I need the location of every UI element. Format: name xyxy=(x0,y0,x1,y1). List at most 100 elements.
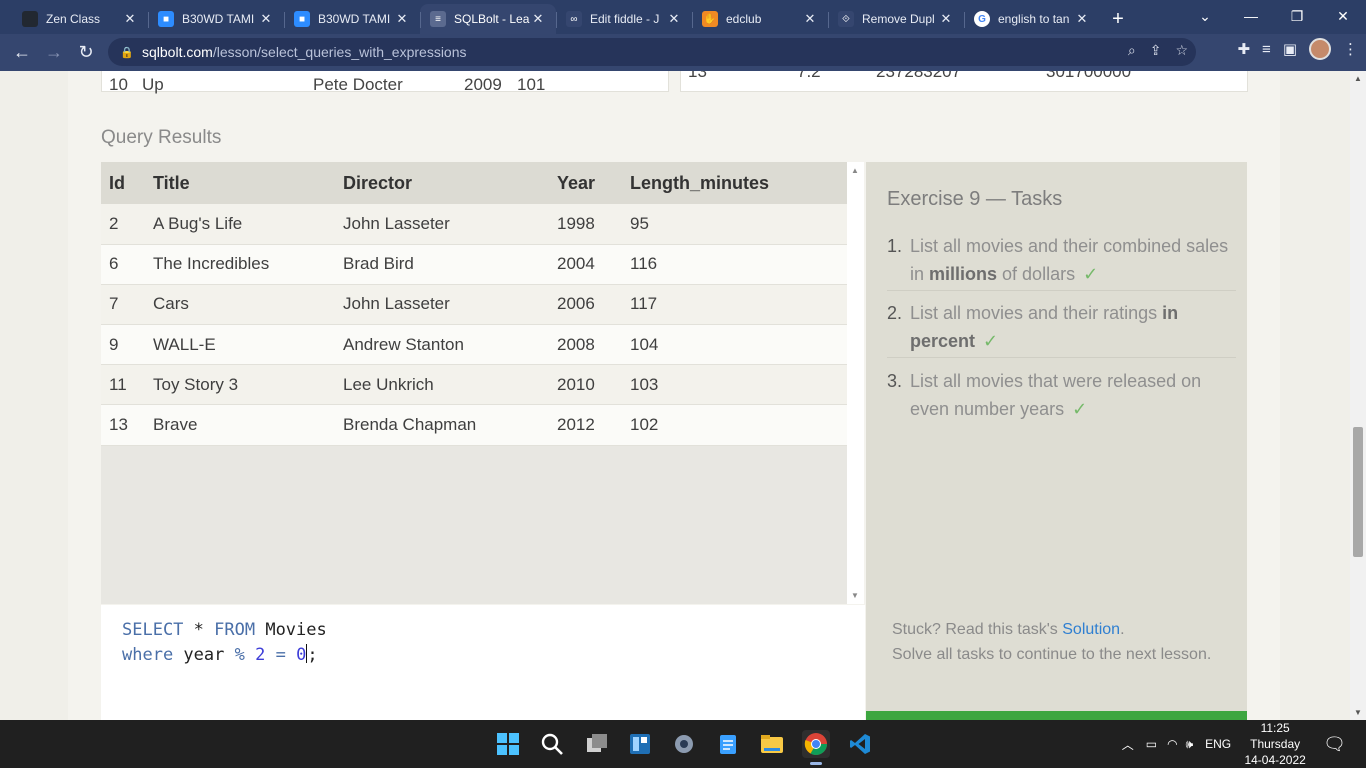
prev-cell: Pete Docter xyxy=(313,75,403,94)
exercise-title: Exercise 9 — Tasks xyxy=(887,188,1063,210)
task-view-icon[interactable] xyxy=(583,730,611,758)
wifi-icon[interactable]: ◠ xyxy=(1167,737,1177,751)
tab-favicon-icon xyxy=(22,11,38,27)
chrome-icon[interactable] xyxy=(802,730,830,765)
tab-title: B30WD TAMI xyxy=(318,12,391,26)
table-cell: 2 xyxy=(101,204,145,245)
close-window-button[interactable]: ✕ xyxy=(1320,0,1366,32)
address-bar[interactable]: 🔒 sqlbolt.com/lesson/select_queries_with… xyxy=(108,38,1196,66)
language-indicator[interactable]: ENG xyxy=(1205,737,1231,751)
scroll-down-icon[interactable]: ▼ xyxy=(851,591,859,600)
sql-operator: % xyxy=(234,644,245,665)
tab-title: edclub xyxy=(726,12,762,26)
search-icon[interactable] xyxy=(538,730,566,758)
windows-start-icon[interactable] xyxy=(494,730,522,758)
page-scrollbar[interactable]: ▲ ▼ xyxy=(1350,71,1366,720)
scroll-down-icon[interactable]: ▼ xyxy=(1354,708,1362,717)
browser-tab[interactable]: ✋ edclub ✕ xyxy=(692,4,828,34)
lesson-content: 10 Up Pete Docter 2009 101 13 7.2 237283… xyxy=(68,71,1280,720)
solve-all-text: Solve all tasks to continue to the next … xyxy=(892,646,1212,663)
back-icon[interactable]: ← xyxy=(6,37,38,69)
tab-title: Edit fiddle - J xyxy=(590,12,660,26)
sql-editor[interactable]: SELECT * FROM Movies where year % 2 = 0; xyxy=(101,605,865,720)
query-results-table: Id Title Director Year Length_minutes 2A Bug… xyxy=(101,162,847,604)
table-cell: 1998 xyxy=(549,204,622,245)
table-row: 2A Bug's Life John Lasseter 1998 95 xyxy=(101,204,847,245)
browser-tab[interactable]: Zen Class ✕ xyxy=(12,4,148,34)
continue-button[interactable] xyxy=(866,711,1247,720)
previous-table-right: 13 7.2 237283207 301700000 xyxy=(680,71,1248,92)
task-item: 1. List all movies and their combined sa… xyxy=(887,232,1236,291)
zoom-icon[interactable]: ⌕ xyxy=(1128,42,1136,59)
forward-icon[interactable]: → xyxy=(38,37,70,69)
bookmark-star-icon[interactable]: ☆ xyxy=(1175,42,1188,59)
tab-close-icon[interactable]: ✕ xyxy=(122,11,138,27)
table-cell: 102 xyxy=(622,404,847,446)
tab-close-icon[interactable]: ✕ xyxy=(802,11,818,27)
scroll-up-icon[interactable]: ▲ xyxy=(1354,74,1362,83)
table-cell: 2004 xyxy=(549,244,622,285)
table-row: 6 The Incredibles Brad Bird 2004 116 xyxy=(101,244,847,285)
tab-close-icon[interactable]: ✕ xyxy=(938,11,954,27)
tab-favicon-icon: ⟐ xyxy=(838,11,854,27)
system-tray: ︿ ▭ ◠ 🕪 ENG 11:25 Thursday 14-04-2022 🗨 xyxy=(1122,720,1366,768)
tab-close-icon[interactable]: ✕ xyxy=(530,11,546,27)
browser-tab[interactable]: ■ B30WD TAMI ✕ xyxy=(284,4,420,34)
tab-close-icon[interactable]: ✕ xyxy=(666,11,682,27)
sql-keyword: SELECT xyxy=(122,620,184,640)
maximize-button[interactable]: ❐ xyxy=(1274,0,1320,32)
table-cell: 11 xyxy=(101,364,145,406)
scrollbar-thumb[interactable] xyxy=(1353,427,1363,557)
file-explorer-icon[interactable] xyxy=(758,730,786,758)
browser-tab[interactable]: ≡ SQLBolt - Lea ✕ xyxy=(420,4,556,34)
widgets-icon[interactable] xyxy=(626,730,654,758)
table-row: 13 Brave Brenda Chapman 2012 102 xyxy=(101,404,847,446)
previous-table-left: 10 Up Pete Docter 2009 101 xyxy=(101,71,669,94)
battery-icon[interactable]: ▭ xyxy=(1146,737,1157,751)
table-cell: 95 xyxy=(622,204,847,245)
table-cell: 7 xyxy=(101,284,145,326)
chevron-up-icon[interactable]: ︿ xyxy=(1122,736,1134,753)
extensions-icon[interactable]: ✚ xyxy=(1237,40,1250,58)
tab-search-button[interactable]: ⌄ xyxy=(1182,0,1228,32)
reading-list-icon[interactable]: ≡ xyxy=(1262,41,1271,58)
minimize-button[interactable]: — xyxy=(1228,0,1274,32)
new-tab-button[interactable]: + xyxy=(1100,4,1136,34)
table-cell: 6 xyxy=(101,244,145,285)
prev-cell: 7.2 xyxy=(797,71,821,81)
profile-avatar[interactable] xyxy=(1309,38,1331,60)
browser-tab[interactable]: ■ B30WD TAMI ✕ xyxy=(148,4,284,34)
solution-link[interactable]: Solution xyxy=(1062,621,1120,638)
column-header: Title xyxy=(145,162,335,204)
check-icon: ✓ xyxy=(1083,264,1099,284)
table-cell: WALL-E xyxy=(145,324,335,366)
table-cell: John Lasseter xyxy=(335,204,549,245)
tab-close-icon[interactable]: ✕ xyxy=(1074,11,1090,27)
menu-kebab-icon[interactable]: ⋮ xyxy=(1343,40,1358,58)
prev-cell: 237283207 xyxy=(876,71,962,81)
tab-title: Remove Dupl xyxy=(862,12,935,26)
sql-keyword: FROM xyxy=(214,620,256,640)
browser-tab[interactable]: ⟐ Remove Dupl ✕ xyxy=(828,4,964,34)
tab-close-icon[interactable]: ✕ xyxy=(394,11,410,27)
url-path: /lesson/select_queries_with_expressions xyxy=(212,44,467,60)
clock-date: 14-04-2022 xyxy=(1244,753,1306,767)
reload-icon[interactable]: ↻ xyxy=(70,37,102,69)
volume-icon[interactable]: 🕪 xyxy=(1186,737,1194,752)
share-icon[interactable]: ⇪ xyxy=(1150,42,1162,59)
scroll-up-icon[interactable]: ▲ xyxy=(851,166,859,175)
sql-token: Movies xyxy=(255,620,327,640)
tab-close-icon[interactable]: ✕ xyxy=(258,11,274,27)
vscode-icon[interactable] xyxy=(846,730,874,758)
settings-gear-icon[interactable] xyxy=(670,730,698,758)
results-scrollbar[interactable]: ▲ ▼ xyxy=(847,162,864,604)
notepad-icon[interactable] xyxy=(714,730,742,758)
notification-icon[interactable]: 🗨 xyxy=(1323,734,1346,755)
table-cell: 116 xyxy=(622,244,847,285)
clock[interactable]: 11:25 Thursday 14-04-2022 xyxy=(1243,720,1307,768)
table-cell: 2012 xyxy=(549,404,622,446)
side-panel-icon[interactable]: ▣ xyxy=(1283,40,1297,58)
browser-tab[interactable]: Genglish to tan ✕ xyxy=(964,4,1100,34)
editor-line: where year % 2 = 0; xyxy=(122,643,865,668)
browser-tab[interactable]: ∞ Edit fiddle - J ✕ xyxy=(556,4,692,34)
